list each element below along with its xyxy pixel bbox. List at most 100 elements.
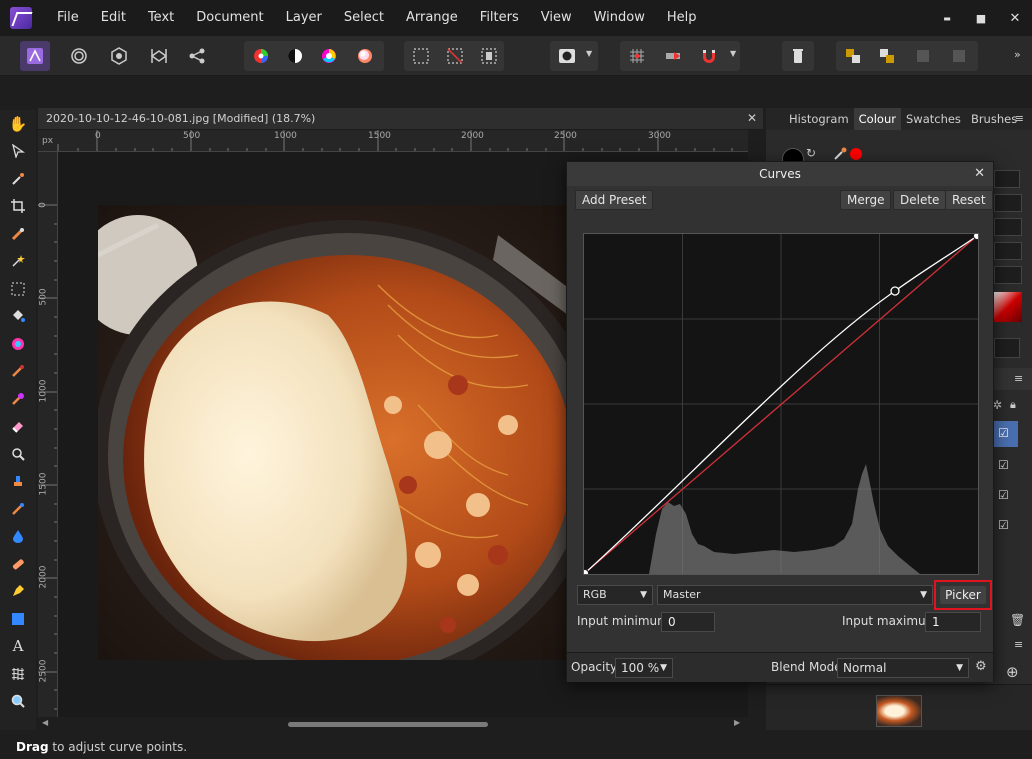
curve-point-start[interactable] xyxy=(581,569,589,577)
add-icon[interactable]: ⊕ xyxy=(1006,663,1019,681)
picker-button[interactable]: Picker xyxy=(940,586,986,604)
crop-tool-icon[interactable] xyxy=(0,193,36,221)
layer-visibility-checkbox[interactable]: ☑ xyxy=(998,488,1009,502)
blend-mode-select[interactable]: Normal ▼ xyxy=(837,658,969,678)
black-white-button[interactable] xyxy=(280,41,310,71)
assistant-button[interactable] xyxy=(658,41,688,71)
rectangle-tool-icon[interactable] xyxy=(0,605,36,633)
curve-graph[interactable] xyxy=(581,232,981,577)
hsl-button[interactable] xyxy=(314,41,344,71)
invert-selection-button[interactable] xyxy=(474,41,504,71)
add-preset-button[interactable]: Add Preset xyxy=(575,190,654,210)
quick-mask-dropdown-icon[interactable]: ▼ xyxy=(586,49,592,58)
maximize-button[interactable]: ■ xyxy=(964,0,998,36)
move-tool-icon[interactable] xyxy=(0,138,36,166)
close-window-button[interactable]: ✕ xyxy=(998,0,1032,36)
document-tab[interactable]: 2020-10-10-12-46-10-081.jpg [Modified] (… xyxy=(38,108,763,130)
opacity-select[interactable]: 100 % ▼ xyxy=(615,658,673,678)
erase-brush-tool-icon[interactable] xyxy=(0,413,36,441)
merge-button[interactable]: Merge xyxy=(840,190,892,210)
order-front-button[interactable] xyxy=(872,41,902,71)
levels-button[interactable] xyxy=(246,41,276,71)
swap-colours-icon[interactable]: ↻ xyxy=(806,146,816,160)
channel-select[interactable]: Master ▼ xyxy=(657,585,933,605)
quick-mask-button[interactable] xyxy=(552,41,582,71)
colour-mode-dropdown[interactable] xyxy=(994,338,1020,358)
move-backward-button[interactable] xyxy=(944,41,974,71)
paint-brush-tool-icon[interactable] xyxy=(0,358,36,386)
move-forward-button[interactable] xyxy=(908,41,938,71)
scroll-left-icon[interactable]: ◀ xyxy=(42,718,48,727)
liquify-persona-button[interactable] xyxy=(64,41,94,71)
marquee-tool-icon[interactable] xyxy=(0,275,36,303)
colour-replacement-tool-icon[interactable] xyxy=(0,385,36,413)
tab-histogram[interactable]: Histogram xyxy=(784,108,854,130)
food-photo[interactable] xyxy=(98,205,578,660)
delete-layer-button[interactable] xyxy=(783,41,813,71)
healing-brush-tool-icon[interactable] xyxy=(0,495,36,523)
blur-brush-tool-icon[interactable] xyxy=(0,523,36,551)
select-all-button[interactable] xyxy=(406,41,436,71)
horizontal-scrollbar[interactable]: ◀ ▶ xyxy=(38,717,748,731)
flood-select-tool-icon[interactable] xyxy=(0,248,36,276)
white-balance-button[interactable] xyxy=(350,41,380,71)
photo-persona-button[interactable] xyxy=(20,41,50,71)
colour-picker-tool-icon[interactable] xyxy=(0,165,36,193)
menu-select[interactable]: Select xyxy=(333,0,395,36)
inpainting-brush-tool-icon[interactable] xyxy=(0,550,36,578)
layer-visibility-checkbox[interactable]: ☑ xyxy=(998,518,1009,532)
dodge-tool-icon[interactable] xyxy=(0,440,36,468)
curve-point-mid[interactable] xyxy=(890,286,900,296)
snapping-dropdown-icon[interactable]: ▼ xyxy=(730,49,736,58)
layers-lock-icon[interactable]: 🔒︎ xyxy=(1010,398,1016,412)
layer-visibility-checkbox[interactable]: ☑ xyxy=(998,458,1009,472)
tone-mapping-persona-button[interactable] xyxy=(144,41,174,71)
tab-brushes[interactable]: Brushes xyxy=(966,108,1022,130)
layer-trash-icon[interactable]: 🗑︎ xyxy=(1010,613,1025,627)
order-back-button[interactable] xyxy=(838,41,868,71)
mesh-warp-tool-icon[interactable] xyxy=(0,660,36,688)
blend-options-gear-icon[interactable]: ⚙ xyxy=(975,659,987,674)
layer-visibility-checkbox[interactable]: ☑ xyxy=(998,426,1009,440)
horizontal-scroll-thumb[interactable] xyxy=(288,722,488,727)
input-minimum-field[interactable]: 0 xyxy=(661,612,715,632)
stroke-colour-swatch[interactable] xyxy=(850,148,862,160)
flood-fill-tool-icon[interactable] xyxy=(0,303,36,331)
colour-gradient-preview[interactable] xyxy=(994,292,1022,322)
grid-button[interactable] xyxy=(622,41,652,71)
minimize-button[interactable]: ▬ xyxy=(930,0,964,36)
colour-field-3[interactable] xyxy=(994,242,1022,260)
deselect-button[interactable] xyxy=(440,41,470,71)
navigator-menu-icon[interactable]: ≡ xyxy=(1014,638,1023,651)
menu-help[interactable]: Help xyxy=(656,0,708,36)
develop-persona-button[interactable] xyxy=(104,41,134,71)
menu-window[interactable]: Window xyxy=(583,0,656,36)
tab-swatches[interactable]: Swatches xyxy=(901,108,966,130)
pen-tool-icon[interactable] xyxy=(0,578,36,606)
close-document-icon[interactable]: ✕ xyxy=(747,111,757,125)
colour-dropdown[interactable] xyxy=(994,170,1020,188)
clone-brush-tool-icon[interactable] xyxy=(0,468,36,496)
snapping-button[interactable] xyxy=(694,41,724,71)
export-persona-button[interactable] xyxy=(182,41,212,71)
colour-field-4[interactable] xyxy=(994,266,1022,284)
navigator-preview[interactable] xyxy=(766,684,1032,730)
toolbar-overflow-icon[interactable]: » xyxy=(1014,48,1021,61)
menu-arrange[interactable]: Arrange xyxy=(395,0,469,36)
menu-document[interactable]: Document xyxy=(185,0,274,36)
layers-menu-icon[interactable]: ≡ xyxy=(1014,372,1023,385)
menu-edit[interactable]: Edit xyxy=(90,0,137,36)
menu-text[interactable]: Text xyxy=(137,0,185,36)
input-maximum-field[interactable]: 1 xyxy=(925,612,981,632)
curves-title-bar[interactable]: Curves ✕ xyxy=(567,162,993,186)
menu-file[interactable]: File xyxy=(46,0,90,36)
colour-field-1[interactable] xyxy=(994,194,1022,212)
artistic-text-tool-icon[interactable]: A xyxy=(0,633,36,661)
eyedropper-icon[interactable] xyxy=(834,146,848,160)
tab-colour[interactable]: Colour xyxy=(853,108,901,130)
menu-view[interactable]: View xyxy=(530,0,583,36)
menu-layer[interactable]: Layer xyxy=(275,0,333,36)
panel-menu-icon[interactable]: ≡ xyxy=(1015,112,1024,125)
curve-point-end[interactable] xyxy=(973,232,981,240)
gradient-tool-icon[interactable] xyxy=(0,330,36,358)
